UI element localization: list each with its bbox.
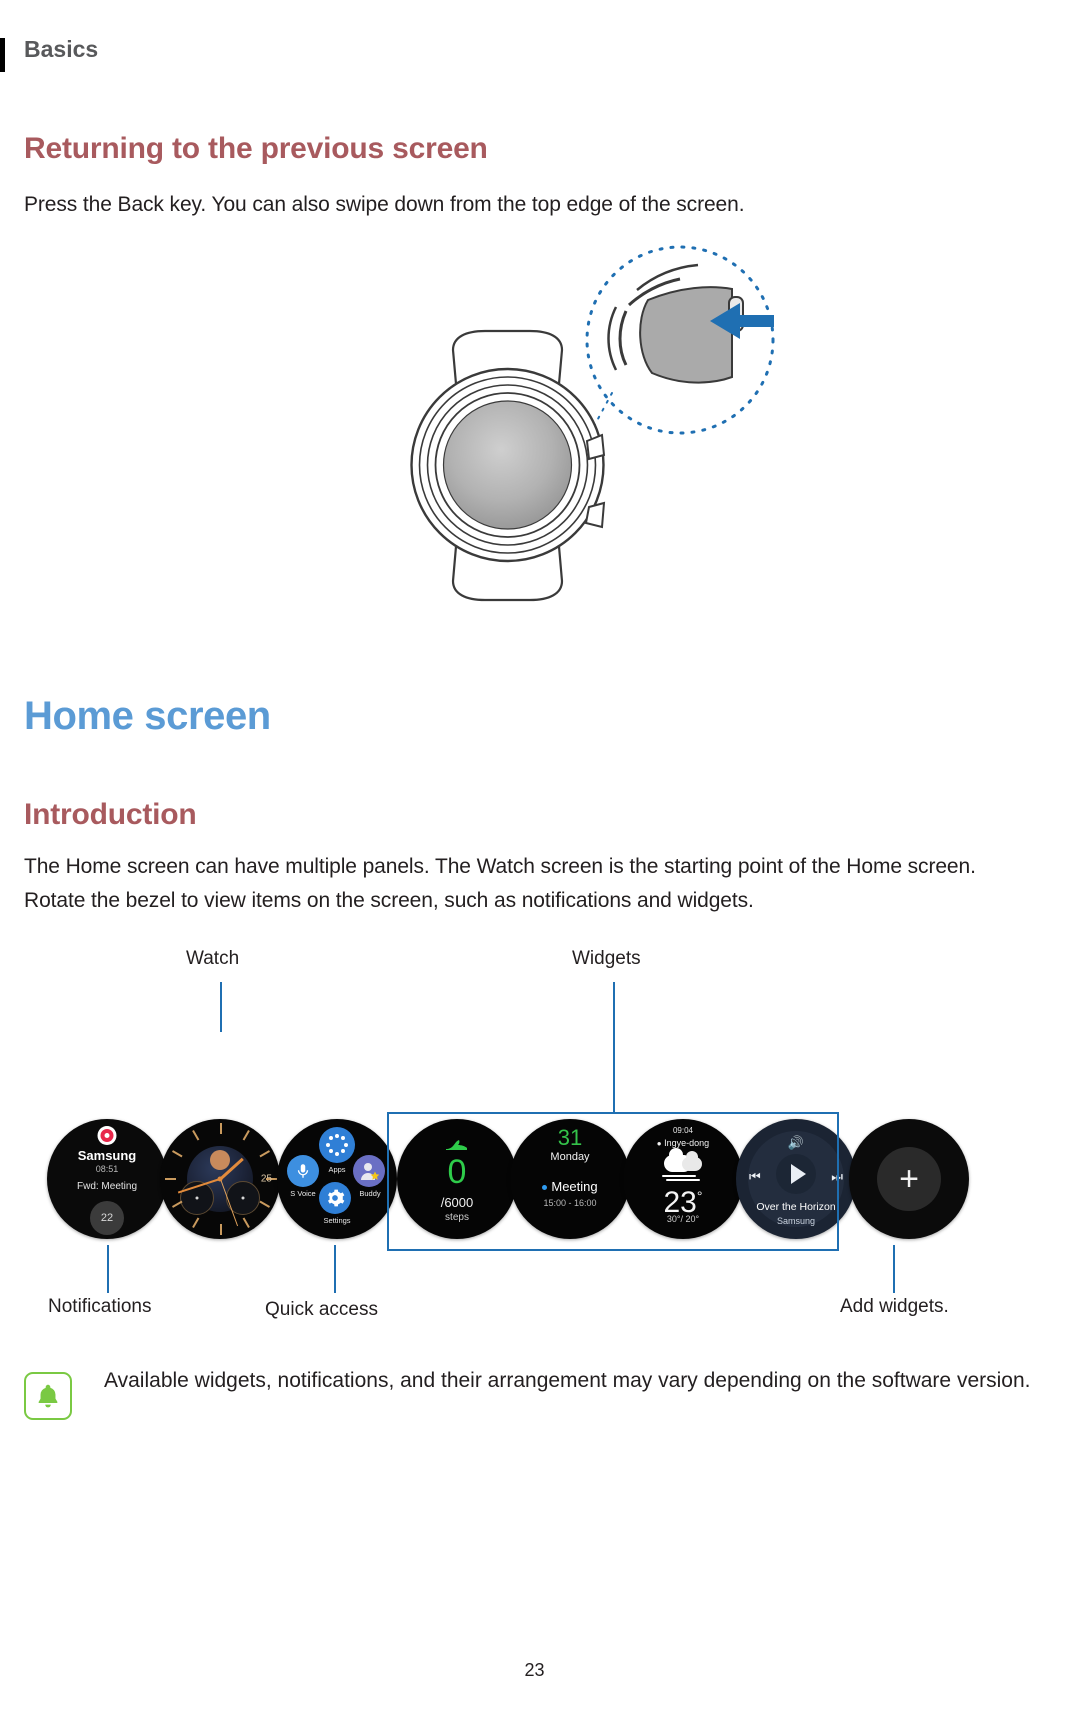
calendar-day-name: Monday — [550, 1151, 590, 1163]
chapter-title: Basics — [24, 36, 99, 62]
notification-app-icon — [97, 1126, 117, 1145]
header-rule — [0, 38, 5, 72]
watch-tick — [220, 1224, 222, 1235]
callout-line-notifications — [107, 1245, 109, 1293]
buddy-label: Buddy — [359, 1189, 381, 1198]
callout-label-add-widgets: Add widgets. — [840, 1296, 949, 1317]
apps-dots — [326, 1134, 348, 1156]
event-title: Meeting — [551, 1179, 598, 1194]
carousel-item-quick-access[interactable]: Apps S Voice Buddy Settings — [277, 1119, 397, 1239]
step-count: 0 — [447, 1153, 467, 1191]
paragraph-introduction: The Home screen can have multiple panels… — [24, 855, 976, 912]
apps-icon[interactable] — [319, 1127, 355, 1163]
callout-line-add-widgets — [893, 1245, 895, 1293]
play-button[interactable] — [776, 1154, 816, 1195]
carousel-item-steps-widget[interactable]: 0 /6000 steps — [397, 1119, 517, 1239]
carousel-item-weather-widget[interactable]: 09:04 ● Ingye-dong 23° 30°/ 20° — [623, 1119, 743, 1239]
s-voice-icon[interactable] — [287, 1155, 319, 1187]
previous-track-icon[interactable]: ⏮ — [749, 1169, 761, 1185]
location-pin-icon: ● — [656, 1139, 662, 1148]
notification-title: Samsung — [77, 1148, 137, 1163]
figure-back-key — [380, 245, 810, 640]
calendar-event: Meeting — [510, 1179, 630, 1194]
page-header: Basics — [0, 36, 1069, 72]
callout-line-widgets — [613, 982, 615, 1112]
volume-icon[interactable]: 🔊 — [736, 1135, 856, 1151]
event-color-dot — [542, 1185, 548, 1191]
watch-tick — [242, 1130, 250, 1141]
note-text: Available widgets, notifications, and th… — [104, 1369, 1031, 1392]
notification-count-badge[interactable]: 22 — [90, 1201, 124, 1235]
plus-icon[interactable]: + — [877, 1147, 941, 1211]
calendar-day-number: 31 — [557, 1125, 583, 1150]
carousel-item-watch[interactable]: 25 — [160, 1119, 280, 1239]
weather-high-low: 30°/ 20° — [666, 1214, 700, 1224]
watch-tick — [192, 1217, 200, 1228]
watch-tick — [172, 1150, 183, 1158]
music-track-title: Over the Horizon — [756, 1201, 836, 1213]
watch-tick — [242, 1217, 250, 1228]
paragraph-returning-to-previous-screen: Press the Back key. You can also swipe d… — [24, 193, 745, 216]
step-goal: /6000 — [440, 1195, 474, 1210]
watch-tick — [259, 1150, 270, 1158]
heading-home-screen: Home screen — [24, 694, 271, 738]
notification-subject: Fwd: Meeting — [76, 1181, 138, 1192]
carousel-item-add-widget[interactable]: + — [849, 1119, 969, 1239]
carousel-item-calendar-widget[interactable]: 31 Monday Meeting 15:00 - 16:00 — [510, 1119, 630, 1239]
heading-returning-to-previous-screen: Returning to the previous screen — [24, 132, 488, 165]
weather-time: 09:04 — [672, 1126, 694, 1135]
weather-location-name: Ingye-dong — [664, 1138, 710, 1148]
watch-tick — [192, 1130, 200, 1141]
carousel-item-music-widget[interactable]: 🔊 ⏮ ⏭ Over the Horizon Samsung — [736, 1119, 856, 1239]
next-track-icon[interactable]: ⏭ — [831, 1169, 843, 1185]
watch-tick — [259, 1200, 270, 1208]
gear-icon[interactable] — [319, 1182, 351, 1214]
watch-center-pin — [217, 1176, 223, 1182]
callout-label-notifications: Notifications — [48, 1296, 152, 1317]
weather-temperature: 23° — [623, 1181, 743, 1218]
calendar-event-time: 15:00 - 16:00 — [543, 1198, 597, 1208]
buddy-icon[interactable] — [353, 1155, 385, 1187]
weather-location: ● Ingye-dong — [623, 1138, 743, 1148]
heading-introduction: Introduction — [24, 798, 197, 831]
degree-symbol: ° — [696, 1188, 703, 1204]
home-screen-carousel: Samsung 08:51 Fwd: Meeting 22 25 Apps S … — [0, 1119, 1069, 1244]
cloudy-weather-icon — [660, 1148, 706, 1183]
page-number: 23 — [524, 1660, 545, 1680]
callout-label-quick-access: Quick access — [265, 1299, 378, 1320]
settings-label: Settings — [323, 1216, 351, 1225]
callout-label-watch: Watch — [186, 948, 240, 969]
moon-phase-icon — [210, 1150, 230, 1170]
watch-date: 25 — [260, 1173, 272, 1185]
watch-tick — [165, 1178, 176, 1180]
callout-label-widgets: Widgets — [572, 948, 641, 969]
callout-line-watch — [220, 982, 222, 1032]
notification-time: 08:51 — [95, 1164, 119, 1174]
callout-line-quick-access — [334, 1245, 336, 1293]
music-artist: Samsung — [776, 1216, 816, 1226]
carousel-item-notifications[interactable]: Samsung 08:51 Fwd: Meeting 22 — [47, 1119, 167, 1239]
watch-tick — [220, 1123, 222, 1134]
step-unit-label: steps — [445, 1212, 469, 1223]
bell-icon — [24, 1372, 72, 1420]
